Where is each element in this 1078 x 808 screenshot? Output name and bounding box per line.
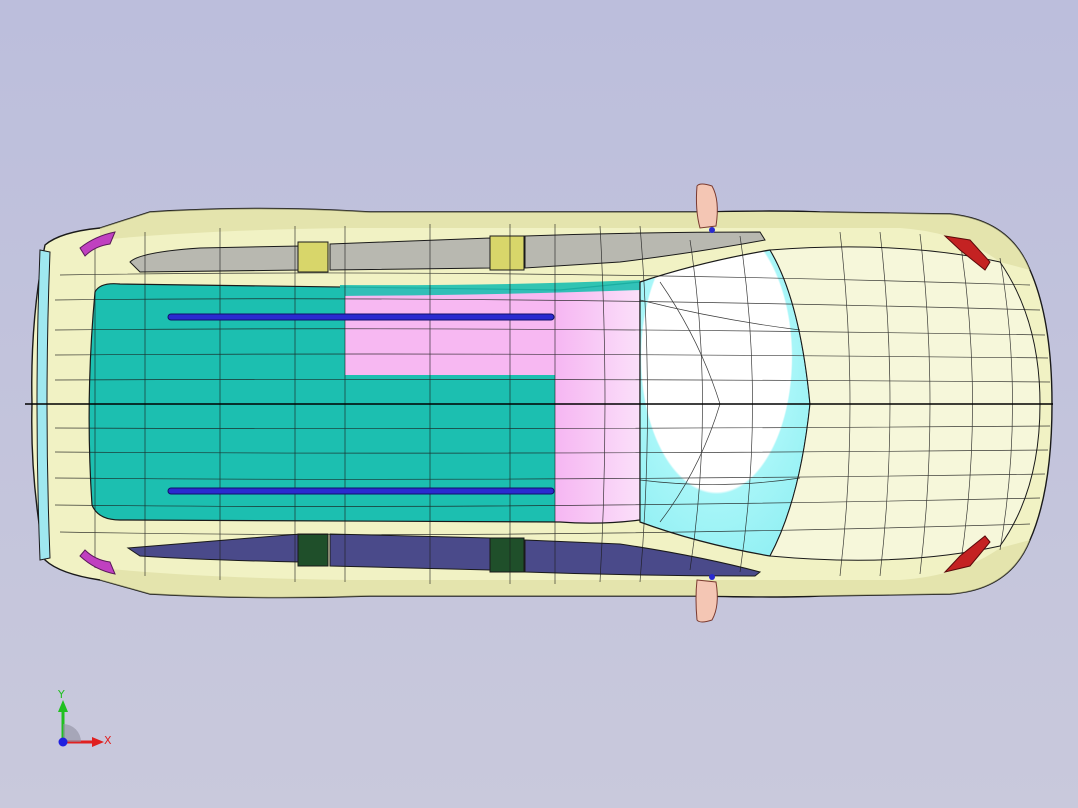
- roof-pink-front: [555, 282, 640, 524]
- mirror-left[interactable]: [695, 183, 718, 229]
- mirror-left-mount: [709, 227, 715, 233]
- mirror-right[interactable]: [695, 579, 718, 623]
- roof-rail-right[interactable]: [167, 487, 555, 495]
- pillar-c-left: [489, 235, 525, 271]
- model-canvas[interactable]: Y X: [0, 0, 1078, 808]
- pillar-b-right: [297, 533, 329, 567]
- y-axis-label: Y: [57, 688, 65, 701]
- windshield[interactable]: [639, 249, 811, 557]
- x-axis-label: X: [104, 734, 112, 747]
- roof-rail-left[interactable]: [167, 313, 555, 321]
- mirror-right-mount: [709, 574, 715, 580]
- pillar-b-left: [297, 241, 329, 273]
- pillar-c-right: [489, 537, 525, 573]
- z-axis-dot: [58, 737, 68, 747]
- cad-viewport[interactable]: Y X: [0, 0, 1078, 808]
